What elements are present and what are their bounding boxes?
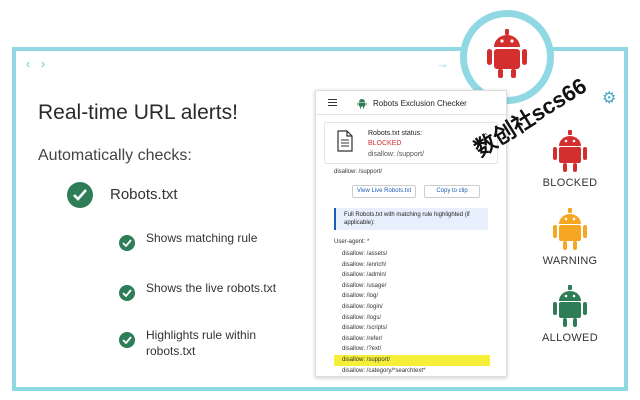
robots-rule-row: disallow: /?ext/ [342, 346, 382, 353]
check-icon [119, 332, 135, 348]
robots-rules-list: disallow: /assets/disallow: /enrich/disa… [334, 249, 490, 376]
info-box: Full Robots.txt with matching rule highl… [334, 208, 488, 230]
robots-rule-row: disallow: /logs/ [342, 314, 382, 321]
document-icon [337, 130, 353, 152]
orange-robot-icon [553, 208, 587, 250]
main-item-label: Robots.txt [110, 186, 178, 203]
status-value: BLOCKED [368, 140, 402, 147]
popup-title: Robots Exclusion Checker [373, 99, 467, 108]
go-arrow-icon[interactable]: → [436, 56, 449, 71]
user-agent-line: User-agent: * [334, 239, 370, 245]
robots-rule-row: disallow: /admin/ [342, 272, 387, 279]
headline: Real-time URL alerts! [38, 101, 238, 124]
robots-rule-row: disallow: /login/ [342, 303, 383, 310]
green-robot-icon [553, 285, 587, 327]
robots-rule-row: disallow: /usage/ [342, 282, 387, 289]
status-rule: disallow: /support/ [368, 151, 425, 158]
forward-button[interactable]: › [36, 55, 50, 73]
check-icon [67, 182, 93, 208]
badge-label: ALLOWED [542, 332, 598, 344]
check-icon [119, 235, 135, 251]
subheadline: Automatically checks: [38, 147, 192, 164]
sub-item-label: Shows the live robots.txt [146, 281, 277, 295]
hamburger-icon[interactable] [328, 99, 337, 108]
robots-rule-row: disallow: /assets/ [342, 251, 388, 257]
gear-icon[interactable]: ⚙ [602, 88, 616, 108]
badge-label: WARNING [542, 255, 598, 267]
view-live-robots-button[interactable]: View Live Robots.txt [352, 185, 416, 198]
robots-rule-row: disallow: /refer/ [342, 335, 383, 342]
robots-rule-row: disallow: /enrich/ [342, 261, 387, 268]
back-button[interactable]: ‹ [21, 55, 35, 73]
sub-item-label: Shows matching rule [146, 231, 258, 245]
red-robot-icon [553, 130, 587, 172]
popup-header: Robots Exclusion Checker [316, 91, 506, 115]
info-text: Full Robots.txt with matching rule highl… [344, 212, 470, 226]
robots-rule-row: disallow: /log/ [342, 293, 379, 300]
url-bar[interactable]: → [61, 56, 454, 72]
sub-item-label: Highlights rule within robots.txt [146, 328, 257, 358]
badge-label: BLOCKED [542, 177, 598, 189]
robots-rule-row: disallow: /category/*searchtext* [342, 367, 426, 374]
matching-rule: disallow: /support/ [334, 169, 383, 175]
status-label: Robots.txt status: [368, 130, 423, 137]
robots-rule-row: disallow: /scripts/ [342, 325, 388, 332]
robots-rule-row: disallow: /support/ [334, 354, 490, 366]
check-icon [119, 285, 135, 301]
green-robot-icon [357, 99, 367, 109]
red-robot-icon [487, 29, 527, 78]
copy-button[interactable]: Copy to clip [424, 185, 480, 198]
browser-menu-icon[interactable] [606, 58, 620, 71]
